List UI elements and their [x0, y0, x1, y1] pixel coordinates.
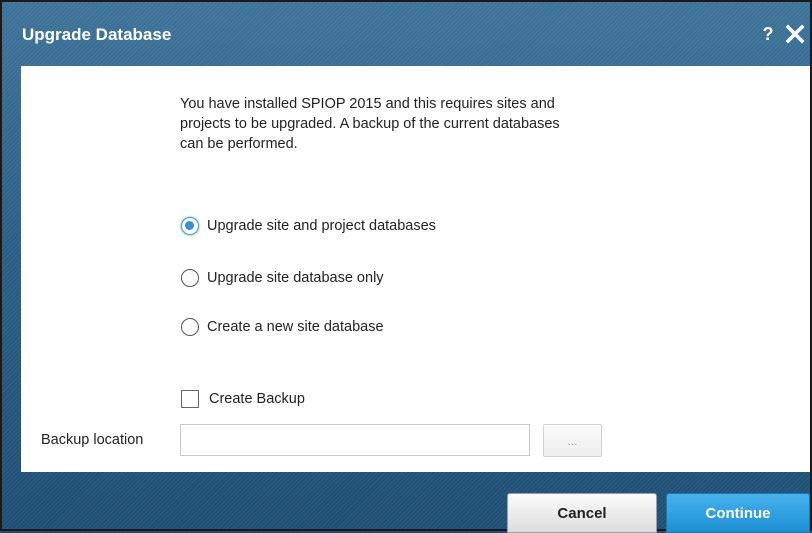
dialog-title: Upgrade Database [22, 25, 172, 44]
option-label: Upgrade site database only [207, 270, 384, 286]
cancel-button[interactable]: Cancel [507, 493, 657, 533]
option-label: Create a new site database [207, 319, 384, 335]
option-upgrade-site-only[interactable]: Upgrade site database only [181, 267, 384, 289]
backup-location-input[interactable] [180, 424, 530, 456]
continue-button[interactable]: Continue [666, 493, 810, 533]
close-icon[interactable] [784, 23, 806, 45]
dialog-content: You have installed SPIOP 2015 and this r… [21, 66, 810, 472]
backup-location-label: Backup location [41, 432, 144, 448]
help-icon[interactable]: ? [759, 24, 777, 46]
upgrade-database-dialog: Upgrade Database ? You have installed SP… [0, 0, 812, 533]
radio-button[interactable] [181, 318, 199, 336]
create-backup-option[interactable]: Create Backup [181, 389, 305, 409]
create-backup-checkbox[interactable] [181, 390, 199, 408]
create-backup-label: Create Backup [209, 391, 305, 407]
radio-button[interactable] [181, 269, 199, 287]
option-create-new-site[interactable]: Create a new site database [181, 316, 384, 338]
radio-button-selected[interactable] [181, 217, 199, 235]
option-label: Upgrade site and project databases [207, 218, 436, 234]
dialog-titlebar[interactable]: Upgrade Database ? [2, 2, 810, 66]
upgrade-message: You have installed SPIOP 2015 and this r… [180, 96, 560, 152]
browse-button[interactable]: ... [543, 424, 602, 457]
option-upgrade-site-and-projects[interactable]: Upgrade site and project databases [181, 215, 436, 237]
